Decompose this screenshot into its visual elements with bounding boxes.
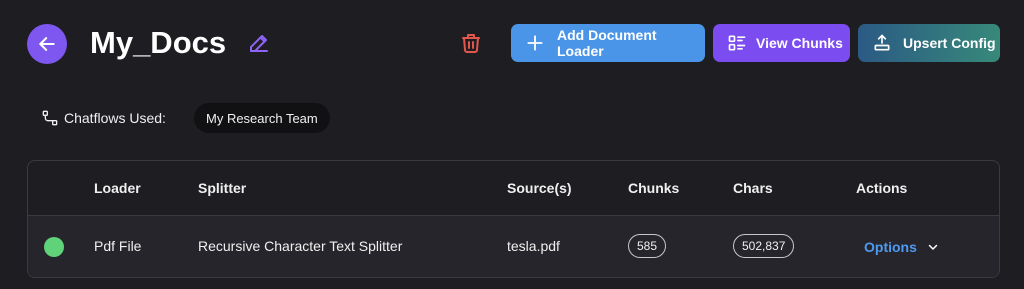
page-title: My_Docs: [90, 25, 227, 60]
upload-row-icon: [874, 34, 890, 51]
table-row: Pdf File Recursive Character Text Splitt…: [28, 216, 999, 277]
list-details-icon: [728, 35, 746, 51]
header-sources: Source(s): [507, 180, 572, 196]
splitter-cell: Recursive Character Text Splitter: [198, 238, 403, 254]
view-chunks-button[interactable]: View Chunks: [713, 24, 850, 62]
chatflow-chip[interactable]: My Research Team: [194, 103, 330, 133]
plus-icon: [527, 35, 543, 51]
header-chars: Chars: [733, 180, 773, 196]
status-indicator: [44, 237, 64, 257]
arrow-left-icon: [39, 37, 55, 51]
table-header: Loader Splitter Source(s) Chunks Chars A…: [28, 161, 999, 216]
chatflows-used-label: Chatflows Used:: [42, 108, 166, 128]
back-button[interactable]: [27, 24, 67, 64]
trash-icon[interactable]: [459, 31, 483, 55]
header-chunks: Chunks: [628, 180, 680, 196]
header-actions: Actions: [856, 180, 908, 196]
header-splitter: Splitter: [198, 180, 247, 196]
options-dropdown[interactable]: Options: [864, 236, 939, 258]
upsert-config-button[interactable]: Upsert Config: [858, 24, 1000, 62]
add-document-loader-button[interactable]: Add Document Loader: [511, 24, 705, 62]
upsert-config-label: Upsert Config: [903, 35, 996, 51]
edit-icon[interactable]: [247, 31, 271, 55]
add-document-loader-label: Add Document Loader: [557, 27, 657, 59]
view-chunks-label: View Chunks: [756, 35, 843, 51]
document-loaders-table: Loader Splitter Source(s) Chunks Chars A…: [27, 160, 1000, 278]
flow-icon: [42, 110, 58, 126]
chevron-down-icon: [928, 244, 938, 250]
chars-badge: 502,837: [733, 234, 795, 258]
loader-cell: Pdf File: [94, 238, 142, 254]
header-loader: Loader: [94, 180, 141, 196]
chunks-badge: 585: [628, 234, 667, 258]
source-cell: tesla.pdf: [507, 238, 560, 254]
chatflows-label-text: Chatflows Used:: [64, 110, 166, 126]
options-label: Options: [864, 239, 917, 255]
